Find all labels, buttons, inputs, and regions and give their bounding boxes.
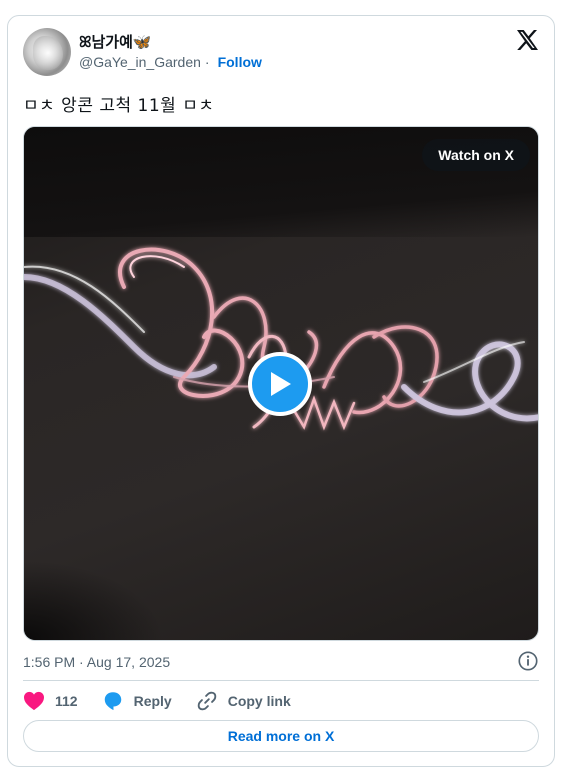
author-handle[interactable]: @GaYe_in_Garden — [79, 54, 201, 70]
author-name[interactable]: ꕤ남가예🦋 — [79, 31, 152, 52]
tweet-header: ꕤ남가예🦋 @GaYe_in_Garden · Follow — [23, 28, 539, 78]
video-thumbnail[interactable]: Watch on X — [23, 126, 539, 641]
tweet-timestamp[interactable]: 1:56 PM · Aug 17, 2025 — [23, 654, 170, 670]
reply-bubble-icon — [104, 692, 121, 711]
watch-on-x-button[interactable]: Watch on X — [422, 139, 530, 171]
author-handle-row: @GaYe_in_Garden · Follow — [79, 54, 262, 70]
play-button[interactable] — [248, 352, 312, 416]
read-more-button[interactable]: Read more on X — [23, 720, 539, 752]
like-count: 112 — [55, 693, 78, 709]
reply-label: Reply — [133, 693, 172, 709]
link-icon — [197, 691, 216, 711]
separator-dot: · — [204, 54, 210, 70]
tweet-embed-card: ꕤ남가예🦋 @GaYe_in_Garden · Follow ㅁㅊ 앙콘 고척 … — [7, 15, 555, 767]
copy-link-label: Copy link — [227, 693, 291, 709]
x-logo-icon[interactable] — [515, 28, 539, 52]
heart-icon — [24, 691, 44, 711]
info-icon[interactable] — [517, 650, 539, 672]
tweet-actions: 112 Reply Copy link — [23, 688, 315, 714]
copy-link-button[interactable]: Copy link — [196, 690, 291, 712]
like-button[interactable]: 112 — [23, 691, 78, 711]
reply-button[interactable]: Reply — [102, 690, 172, 712]
play-icon — [271, 372, 291, 396]
avatar[interactable] — [23, 28, 71, 76]
tweet-meta: 1:56 PM · Aug 17, 2025 — [23, 650, 539, 674]
tweet-text: ㅁㅊ 앙콘 고척 11월 ㅁㅊ — [23, 96, 215, 116]
follow-button[interactable]: Follow — [218, 54, 262, 70]
author-name-row: ꕤ남가예🦋 — [79, 31, 152, 51]
divider — [23, 680, 539, 681]
